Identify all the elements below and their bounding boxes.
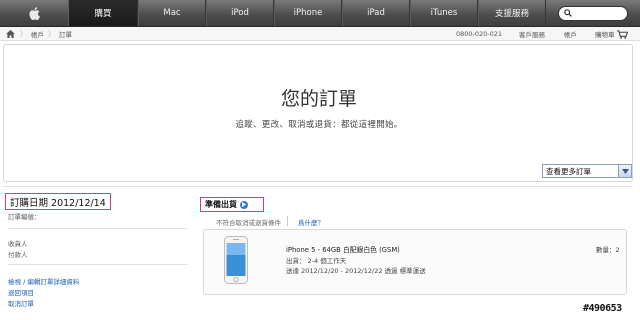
divider <box>8 228 188 229</box>
cancel-order-link[interactable]: 取消訂單 <box>8 298 34 308</box>
nav-item-support[interactable]: 支援服務 <box>478 0 546 26</box>
nav-label: iPhone <box>293 8 323 18</box>
order-date: 訂購日期 2012/12/14 <box>5 193 111 210</box>
why-link[interactable]: 爲什麼？ <box>298 217 324 227</box>
order-number-label: 訂單編號： <box>8 213 41 221</box>
breadcrumb: 〉 帳戶 〉 訂單 0800-020-021 客戶服務 帳戶 購物車 <box>0 27 640 41</box>
apple-logo-icon[interactable] <box>0 0 68 26</box>
account-link[interactable]: 帳戶 <box>564 27 577 41</box>
nav-item-store[interactable]: 購買 <box>68 0 138 26</box>
return-items-link[interactable]: 退回項目 <box>8 287 34 297</box>
home-icon[interactable] <box>6 29 16 39</box>
customer-service-link[interactable]: 客戶服務 <box>519 27 545 41</box>
cart-link[interactable]: 購物車 <box>595 27 628 41</box>
nav-label: 購買 <box>94 9 112 19</box>
nav-label: iTunes <box>430 8 458 18</box>
shipment-status-label: 準備出貨 <box>205 200 237 209</box>
breadcrumb-separator: 〉 <box>48 29 55 38</box>
nav-search <box>546 0 640 26</box>
global-nav: 購買 Mac iPod iPhone iPad iTunes 支援服務 <box>0 0 640 27</box>
item-quantity: 數量：2 <box>596 246 620 254</box>
orders-hero: 您的訂單 追蹤、更改、取消或退貨：都從這裡開始。 查看更多訂單 <box>3 44 633 182</box>
breadcrumb-separator: 〉 <box>20 29 27 38</box>
chevron-down-icon <box>618 165 631 177</box>
breadcrumb-account[interactable]: 帳戶 <box>31 29 44 39</box>
nav-item-itunes[interactable]: iTunes <box>410 0 478 26</box>
select-value: 查看更多訂單 <box>546 166 591 176</box>
nav-item-ipad[interactable]: iPad <box>342 0 410 26</box>
ineligible-note: 不符合取消或退貨條件 <box>216 219 281 227</box>
breadcrumb-orders[interactable]: 訂單 <box>59 29 72 39</box>
order-item: iPhone 5 - 64GB 白配銀白色 (GSM) 出貨： 2-4 個工作天… <box>203 229 627 295</box>
cart-label: 購物車 <box>595 31 615 39</box>
support-phone: 0800-020-021 <box>456 30 503 38</box>
page-title: 您的訂單 <box>280 88 357 110</box>
item-ship-time: 出貨： 2-4 個工作天 <box>286 257 347 265</box>
view-edit-order-link[interactable]: 檢視 / 編輯訂單詳細資料 <box>8 276 79 286</box>
shipment-status: 準備出貨 <box>200 197 264 212</box>
payer-label: 付款人 <box>8 251 28 259</box>
nav-item-iphone[interactable]: iPhone <box>274 0 342 26</box>
nav-label: iPad <box>367 8 385 18</box>
search-icon <box>564 9 572 17</box>
watermark: #490653 <box>583 303 622 314</box>
nav-item-ipod[interactable]: iPod <box>206 0 274 26</box>
order-summary: 訂購日期 2012/12/14 訂單編號： 收貨人 付款人 檢視 / 編輯訂單詳… <box>3 187 193 313</box>
divider <box>287 216 288 226</box>
receiver-label: 收貨人 <box>8 240 28 248</box>
nav-item-mac[interactable]: Mac <box>138 0 206 26</box>
search-input[interactable] <box>558 5 628 21</box>
info-icon[interactable] <box>240 200 248 209</box>
nav-label: 支援服務 <box>494 9 529 19</box>
cart-icon <box>616 29 628 39</box>
divider <box>8 264 188 265</box>
item-name: iPhone 5 - 64GB 白配銀白色 (GSM) <box>286 246 400 254</box>
iphone-product-image <box>224 236 248 284</box>
item-delivery: 送達 2012/12/20 - 2012/12/22 透過 標準運送 <box>286 267 426 275</box>
shipment-panel: 準備出貨 不符合取消或退貨條件 爲什麼？ iPhone 5 - 64GB 白配銀… <box>198 187 633 313</box>
more-orders-select[interactable]: 查看更多訂單 <box>542 164 632 178</box>
nav-label: Mac <box>163 8 181 18</box>
order-details: 訂購日期 2012/12/14 訂單編號： 收貨人 付款人 檢視 / 編輯訂單詳… <box>3 186 633 312</box>
page-subtitle: 追蹤、更改、取消或退貨：都從這裡開始。 <box>235 120 403 130</box>
nav-label: iPod <box>231 8 249 18</box>
